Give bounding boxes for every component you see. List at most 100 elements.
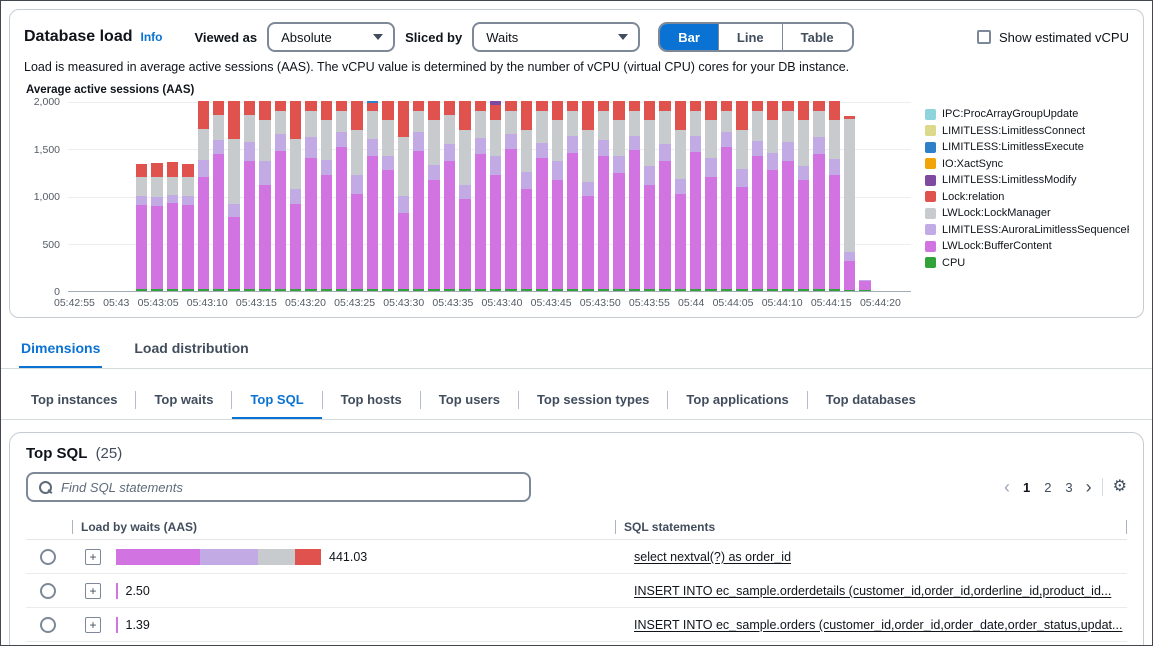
legend-label: LIMITLESS:AuroraLimitlessSequenceRe: [942, 224, 1129, 236]
bar-segment: [782, 111, 793, 142]
bar-segment: [721, 289, 732, 291]
sql-search[interactable]: [26, 472, 531, 502]
chart-bar: [336, 101, 347, 291]
chart-bar: [721, 101, 732, 291]
chart-bar: [228, 101, 239, 291]
tab-load-distribution[interactable]: Load distribution: [132, 334, 250, 368]
bar-view-button[interactable]: Bar: [660, 24, 718, 50]
subtab-top-users[interactable]: Top users: [421, 385, 518, 419]
radio-cell: [26, 617, 70, 633]
page-title: Database load: [24, 28, 132, 46]
bar-segment: [567, 153, 578, 289]
settings-gear-icon[interactable]: ⚙: [1113, 479, 1127, 495]
bar-segment: [598, 140, 609, 156]
x-tick-label: 05:43:50: [580, 297, 621, 309]
bar-segment: [428, 120, 439, 165]
table-view-button[interactable]: Table: [782, 24, 852, 50]
column-header-load: Load by waits (AAS): [73, 520, 615, 534]
bar-segment: [659, 161, 670, 289]
table-body: +441.03select nextval(?) as order_id+2.5…: [26, 540, 1127, 646]
sql-statement-link[interactable]: INSERT INTO ec_sample.orderdetails (cust…: [634, 584, 1127, 598]
pagination-page-1[interactable]: 1: [1020, 478, 1033, 497]
radio-button[interactable]: [40, 617, 56, 633]
bar-segment: [705, 177, 716, 289]
load-bar-segment: [116, 583, 118, 599]
bar-segment: [736, 169, 747, 186]
bar-segment: [736, 101, 747, 130]
bar-segment: [336, 147, 347, 290]
subtab-top-session-types[interactable]: Top session types: [519, 385, 667, 419]
bar-segment: [613, 156, 624, 173]
bar-segment: [475, 101, 486, 111]
subtab-top-waits[interactable]: Top waits: [136, 385, 231, 419]
bar-segment: [475, 138, 486, 154]
sliced-by-select[interactable]: Waits: [472, 22, 640, 52]
pagination-prev-icon[interactable]: ‹: [1004, 478, 1010, 496]
bar-segment: [259, 101, 270, 120]
bar-segment: [705, 158, 716, 177]
x-tick-label: 05:44:05: [713, 297, 754, 309]
bar-segment: [505, 101, 516, 111]
subtab-top-hosts[interactable]: Top hosts: [323, 385, 420, 419]
sql-statement-link[interactable]: select nextval(?) as order_id: [634, 550, 1127, 564]
radio-cell: [26, 583, 70, 599]
info-link[interactable]: Info: [140, 30, 162, 44]
top-sql-panel: Top SQL (25) ‹ 123 › ⚙ Load by waits (AA…: [9, 432, 1144, 646]
bar-segment: [275, 151, 286, 289]
subtab-top-sql[interactable]: Top SQL: [232, 385, 321, 419]
chart-bar: [552, 101, 563, 291]
viewed-as-value: Absolute: [281, 30, 332, 45]
show-vcpu-control[interactable]: Show estimated vCPU: [977, 30, 1129, 45]
legend-swatch: [925, 191, 936, 202]
bar-segment: [690, 101, 701, 111]
bar-segment: [459, 130, 470, 185]
x-tick-label: 05:43:40: [482, 297, 523, 309]
bar-segment: [321, 101, 332, 120]
pagination-page-3[interactable]: 3: [1062, 478, 1075, 497]
show-vcpu-checkbox[interactable]: [977, 30, 991, 44]
expand-button[interactable]: +: [85, 617, 101, 633]
bar-segment: [859, 281, 870, 291]
bar-segment: [798, 166, 809, 180]
pagination-next-icon[interactable]: ›: [1086, 478, 1092, 496]
expand-button[interactable]: +: [85, 583, 101, 599]
x-tick-label: 05:43:15: [236, 297, 277, 309]
bar-segment: [444, 144, 455, 161]
radio-button[interactable]: [40, 549, 56, 565]
subtab-top-instances[interactable]: Top instances: [13, 385, 135, 419]
sql-statement-link[interactable]: INSERT INTO ec_sample.orders (customer_i…: [634, 618, 1127, 632]
bar-segment: [521, 172, 532, 189]
bar-segment: [829, 159, 840, 175]
legend-item: LIMITLESS:LimitlessConnect: [925, 125, 1129, 137]
bar-segment: [582, 101, 593, 130]
bar-segment: [151, 163, 162, 176]
subtab-top-applications[interactable]: Top applications: [668, 385, 806, 419]
search-input[interactable]: [61, 480, 519, 495]
pagination-page-2[interactable]: 2: [1041, 478, 1054, 497]
subtab-top-databases[interactable]: Top databases: [808, 385, 934, 419]
bar-segment: [644, 289, 655, 291]
bar-segment: [367, 289, 378, 291]
expand-button[interactable]: +: [85, 549, 101, 565]
bar-segment: [705, 120, 716, 158]
bar-segment: [475, 154, 486, 289]
load-bar-segment: [200, 549, 258, 565]
tab-dimensions[interactable]: Dimensions: [19, 334, 102, 368]
bar-segment: [844, 252, 855, 262]
bar-segment: [552, 101, 563, 120]
bar-segment: [398, 213, 409, 289]
bar-segment: [167, 195, 178, 203]
search-icon: [38, 480, 53, 495]
legend-swatch: [925, 257, 936, 268]
radio-button[interactable]: [40, 583, 56, 599]
sql-cell: select nextval(?) as order_id: [626, 550, 1127, 564]
viewed-as-select[interactable]: Absolute: [267, 22, 395, 52]
bar-segment: [459, 289, 470, 291]
line-view-button[interactable]: Line: [718, 24, 782, 50]
bar-segment: [844, 290, 855, 291]
table-row: +2.50INSERT INTO ec_sample.orderdetails …: [26, 574, 1127, 608]
bar-segment: [829, 101, 840, 120]
bar-segment: [244, 142, 255, 161]
bar-segment: [198, 289, 209, 291]
bar-segment: [136, 205, 147, 290]
